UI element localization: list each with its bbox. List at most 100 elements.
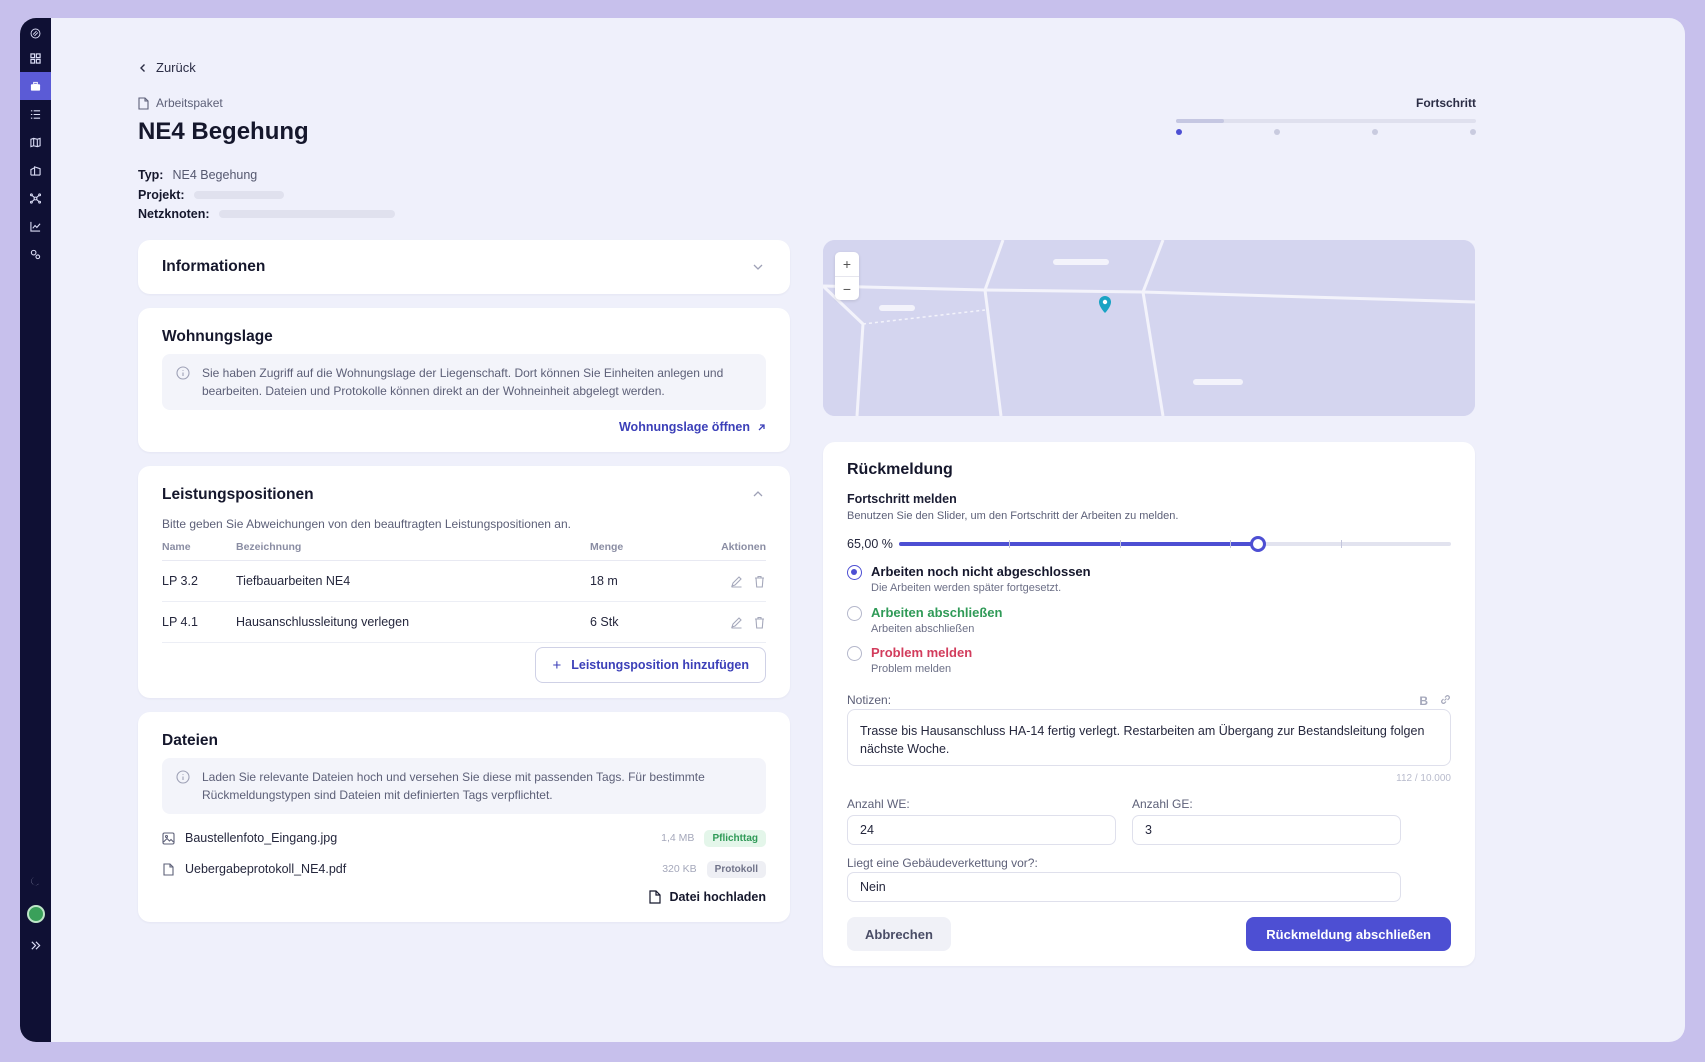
table-row: LP 4.1 Hausanschlussleitung verlegen 6 S… — [162, 602, 766, 643]
informationen-title: Informationen — [162, 258, 266, 275]
progress-track — [1176, 119, 1476, 123]
dateien-card: Dateien Laden Sie relevante Dateien hoch… — [138, 712, 790, 922]
chevron-up-icon[interactable] — [752, 488, 764, 500]
sidebar-rail — [20, 18, 51, 1042]
trash-icon[interactable] — [753, 616, 766, 629]
trash-icon[interactable] — [753, 575, 766, 588]
radio-button[interactable] — [847, 606, 862, 621]
informationen-card[interactable]: Informationen — [138, 240, 790, 294]
slider-fill — [899, 542, 1258, 546]
expand-sidebar-icon[interactable] — [20, 931, 51, 959]
location-map[interactable]: + − — [823, 240, 1475, 416]
info-box: Laden Sie relevante Dateien hoch und ver… — [162, 758, 766, 814]
edit-icon[interactable] — [730, 616, 743, 629]
map-icon[interactable] — [20, 128, 51, 156]
map-canvas — [823, 240, 1475, 416]
document-icon — [138, 96, 149, 110]
info-box: Sie haben Zugriff auf die Wohnungslage d… — [162, 354, 766, 410]
edit-icon[interactable] — [730, 575, 743, 588]
page-title: NE4 Begehung — [138, 118, 309, 145]
chevron-down-icon[interactable] — [752, 261, 764, 273]
progress-step-dot — [1470, 129, 1476, 135]
settings-icon[interactable] — [20, 240, 51, 268]
chart-icon[interactable] — [20, 212, 51, 240]
buildings-icon[interactable] — [20, 156, 51, 184]
we-label: Anzahl WE: — [847, 797, 910, 811]
slider-tick — [1340, 540, 1342, 548]
moon-icon[interactable] — [20, 867, 51, 895]
plus-icon: + — [552, 656, 562, 674]
progress-slider[interactable]: 65,00 % — [847, 534, 1451, 554]
map-zoom-control: + − — [835, 252, 859, 300]
leistungspositionen-table: Name Bezeichnung Menge Aktionen LP 3.2 T… — [162, 533, 766, 643]
upload-file-button[interactable]: Datei hochladen — [649, 890, 766, 904]
link-icon[interactable] — [1440, 694, 1451, 705]
file-upload-icon — [649, 890, 662, 904]
back-link[interactable]: Zurück — [138, 60, 196, 75]
slider-tick — [1119, 540, 1121, 548]
progress-report-title: Fortschritt melden — [847, 492, 957, 506]
file-icon — [163, 862, 174, 876]
radio-button[interactable] — [847, 565, 862, 580]
file-item[interactable]: Baustellenfoto_Eingang.jpg 1,4 MB Pflich… — [162, 827, 766, 849]
meta-projekt: Projekt: — [138, 188, 284, 202]
slider-tick — [1230, 540, 1232, 548]
ge-label: Anzahl GE: — [1132, 797, 1193, 811]
image-icon — [162, 831, 175, 845]
user-avatar[interactable] — [20, 900, 51, 928]
progress-step-dot — [1273, 129, 1280, 135]
submit-feedback-button[interactable]: Rückmeldung abschließen — [1246, 917, 1451, 951]
placeholder-skeleton — [193, 191, 284, 199]
notes-char-counter: 112 / 10.000 — [1396, 773, 1451, 784]
slider-value: 65,00 % — [847, 537, 893, 551]
leistungspositionen-card: Leistungspositionen Bitte geben Sie Abwe… — [138, 466, 790, 698]
status-option-finish[interactable]: Arbeiten abschließen Arbeiten abschließe… — [847, 605, 1002, 635]
zoom-out-button[interactable]: − — [835, 276, 859, 300]
notes-label: Notizen: — [847, 693, 892, 707]
dateien-title: Dateien — [162, 732, 218, 749]
progress-step-dot — [1176, 129, 1182, 135]
meta-netzknoten: Netzknoten: — [138, 207, 395, 221]
external-arrow-icon — [758, 423, 765, 430]
briefcase-icon[interactable] — [20, 72, 51, 100]
status-option-not-finished[interactable]: Arbeiten noch nicht abgeschlossen Die Ar… — [847, 564, 1091, 594]
progress-steps — [1176, 129, 1476, 141]
network-icon[interactable] — [20, 184, 51, 212]
dashboard-icon[interactable] — [20, 44, 51, 72]
main-content: Zurück Arbeitspaket NE4 Begehung Typ: NE… — [51, 18, 1685, 1042]
notes-textarea[interactable]: Trasse bis Hausanschluss HA-14 fertig ve… — [847, 709, 1451, 766]
progress-fill — [1176, 119, 1224, 123]
progress-report-hint: Benutzen Sie den Slider, um den Fortschr… — [847, 510, 1179, 522]
wohnungslage-open-link[interactable]: Wohnungslage öffnen — [619, 420, 766, 434]
radio-button[interactable] — [847, 646, 862, 661]
breadcrumb: Arbeitspaket — [138, 96, 223, 110]
rueckmeldung-card: Rückmeldung Fortschritt melden Benutzen … — [823, 442, 1475, 966]
slider-tick — [1009, 540, 1011, 548]
bold-icon[interactable]: B — [1419, 694, 1428, 708]
placeholder-skeleton — [218, 210, 395, 218]
info-icon — [176, 366, 190, 380]
wohnungslage-title: Wohnungslage — [162, 328, 273, 345]
we-input[interactable]: 24 — [847, 815, 1116, 845]
verkettung-label: Liegt eine Gebäudeverkettung vor?: — [847, 856, 1038, 870]
add-leistungsposition-button[interactable]: + Leistungsposition hinzufügen — [535, 647, 766, 683]
meta-typ: Typ: NE4 Begehung — [138, 168, 258, 182]
notes-toolbar: B — [1419, 694, 1451, 708]
zoom-in-button[interactable]: + — [835, 252, 859, 276]
slider-thumb[interactable] — [1249, 536, 1266, 552]
ge-input[interactable]: 3 — [1132, 815, 1401, 845]
file-item[interactable]: Uebergabeprotokoll_NE4.pdf 320 KB Protok… — [162, 858, 766, 880]
tag-badge: Pflichttag — [704, 829, 766, 847]
chevron-left-icon — [140, 63, 145, 72]
leistungspositionen-title: Leistungspositionen — [162, 486, 314, 503]
leistungspositionen-hint: Bitte geben Sie Abweichungen von den bea… — [162, 517, 571, 531]
rueckmeldung-title: Rückmeldung — [847, 461, 953, 478]
slider-track[interactable] — [899, 536, 1451, 552]
tag-badge: Protokoll — [706, 860, 766, 878]
list-icon[interactable] — [20, 100, 51, 128]
cancel-button[interactable]: Abbrechen — [847, 917, 951, 951]
table-header: Name Bezeichnung Menge Aktionen — [162, 533, 766, 561]
verkettung-select[interactable]: Nein — [847, 872, 1401, 902]
wohnungslage-card: Wohnungslage Sie haben Zugriff auf die W… — [138, 308, 790, 452]
status-option-problem[interactable]: Problem melden Problem melden — [847, 645, 972, 675]
